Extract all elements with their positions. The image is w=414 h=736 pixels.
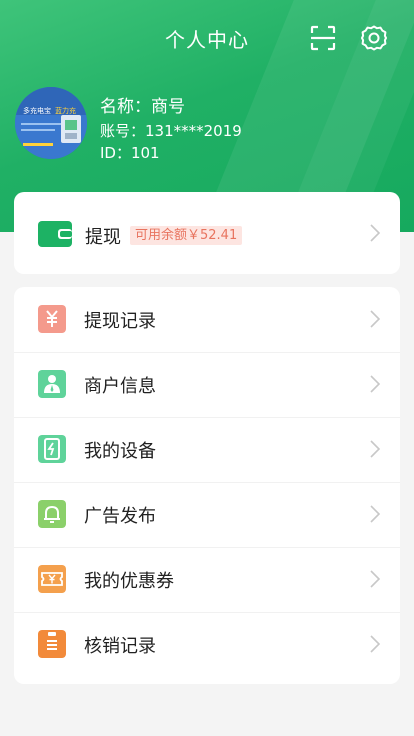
merchant-icon [38,370,66,398]
gear-icon[interactable] [360,24,388,52]
chevron-right-icon [370,635,381,653]
menu-card: 提现记录 商户信息 我的设备 广告发布 我的优惠券 核销记录 [14,287,400,684]
coupon-icon [38,565,66,593]
menu-item-my-coupons[interactable]: 我的优惠券 [14,547,400,612]
account-number: 账号：131****2019 [100,122,242,140]
chevron-right-icon [370,375,381,393]
avatar-brand-text: 多充电宝 [23,106,51,115]
menu-item-merchant-info[interactable]: 商户信息 [14,352,400,417]
withdraw-label: 提现 [85,227,121,248]
device-icon [38,435,66,463]
chevron-right-icon [370,440,381,458]
menu-item-label: 广告发布 [84,506,156,527]
avatar-brand-text: 蓝力充 [55,106,76,115]
clipboard-icon [38,630,66,658]
menu-item-label: 我的优惠券 [84,571,174,592]
balance-badge: 可用余额￥52.41 [130,226,243,245]
withdraw-card[interactable]: 提现 可用余额￥52.41 [14,192,400,274]
menu-item-label: 商户信息 [84,376,156,397]
yuan-receipt-icon [38,305,66,333]
page-title: 个人中心 [165,28,249,52]
menu-item-label: 提现记录 [84,311,156,332]
merchant-name: 名称：商号 [100,97,185,117]
wallet-icon [38,221,72,247]
scan-icon[interactable] [310,25,336,51]
bell-icon [38,500,66,528]
avatar[interactable]: 多充电宝 蓝力充 [15,87,87,159]
menu-item-verification-records[interactable]: 核销记录 [14,612,400,677]
menu-item-label: 核销记录 [84,636,156,657]
menu-item-ad-publish[interactable]: 广告发布 [14,482,400,547]
chevron-right-icon [370,224,381,242]
chevron-right-icon [370,570,381,588]
user-id: ID：101 [100,144,160,162]
chevron-right-icon [370,310,381,328]
menu-item-withdraw-records[interactable]: 提现记录 [14,287,400,352]
menu-item-label: 我的设备 [84,441,156,462]
chevron-right-icon [370,505,381,523]
menu-item-my-devices[interactable]: 我的设备 [14,417,400,482]
